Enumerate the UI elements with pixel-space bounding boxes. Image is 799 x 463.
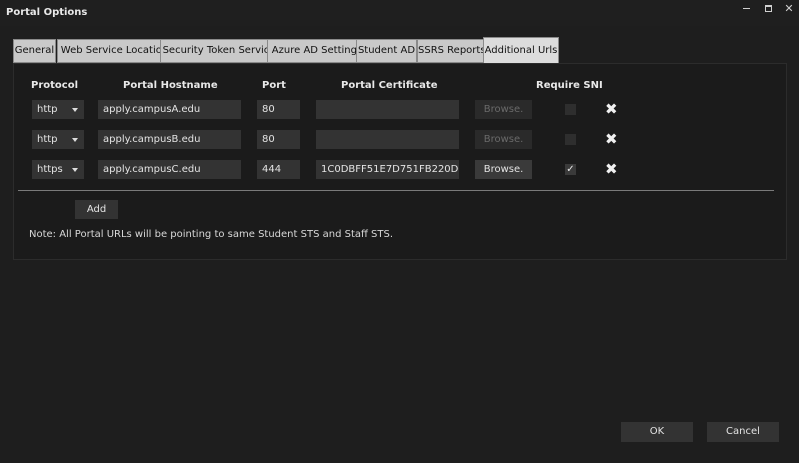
certificate-input[interactable]	[316, 130, 459, 149]
chevron-down-icon	[72, 138, 78, 142]
ok-button[interactable]: OK	[621, 422, 693, 442]
add-button[interactable]: Add	[75, 200, 118, 219]
port-input[interactable]: 80	[257, 130, 300, 149]
tab-security-token-service[interactable]: Security Token Service	[160, 39, 278, 63]
delete-x-icon: ✖	[605, 160, 618, 178]
maximize-icon	[764, 4, 772, 12]
require-sni-checkbox[interactable]	[565, 104, 576, 115]
certificate-input[interactable]	[316, 100, 459, 119]
note-text: Note: All Portal URLs will be pointing t…	[29, 229, 394, 240]
delete-row-button[interactable]: ✖	[605, 160, 618, 178]
window-title: Portal Options	[6, 7, 88, 18]
protocol-dropdown[interactable]: http	[32, 100, 84, 119]
portal-hostname-header: Portal Hostname	[123, 80, 218, 91]
tab-web-service-location[interactable]: Web Service Location	[57, 39, 172, 63]
protocol-header: Protocol	[31, 80, 79, 91]
protocol-value: http	[37, 134, 58, 145]
port-input[interactable]: 444	[257, 160, 300, 179]
hostname-input[interactable]: apply.campusB.edu	[98, 130, 241, 149]
chevron-down-icon	[72, 108, 78, 112]
hostname-input[interactable]: apply.campusC.edu	[98, 160, 241, 179]
tab-additional-urls[interactable]: Additional Urls	[483, 37, 559, 63]
title-bar: Portal Options ✕	[0, 0, 799, 26]
close-button[interactable]: ✕	[779, 2, 799, 16]
close-icon: ✕	[784, 2, 794, 15]
require-sni-checkbox[interactable]: ✓	[565, 164, 576, 175]
minimize-icon	[742, 7, 750, 9]
checkmark-icon: ✓	[566, 164, 575, 175]
tab-ssrs-reports[interactable]: SSRS Reports	[417, 39, 486, 63]
protocol-dropdown[interactable]: https	[32, 160, 84, 179]
protocol-value: https	[37, 164, 63, 175]
cancel-button[interactable]: Cancel	[707, 422, 779, 442]
require-sni-checkbox[interactable]	[565, 134, 576, 145]
tab-student-ad[interactable]: Student AD	[356, 39, 417, 63]
portal-certificate-header: Portal Certificate	[341, 80, 438, 91]
port-input[interactable]: 80	[257, 100, 300, 119]
browse-button[interactable]: Browse.	[475, 130, 532, 149]
divider	[18, 190, 774, 191]
tab-azure-ad-settings[interactable]: Azure AD Settings	[267, 39, 367, 63]
browse-button[interactable]: Browse.	[475, 100, 532, 119]
tab-general[interactable]: General	[13, 39, 56, 63]
chevron-down-icon	[72, 168, 78, 172]
delete-row-button[interactable]: ✖	[605, 130, 618, 148]
protocol-value: http	[37, 104, 58, 115]
maximize-button[interactable]	[758, 2, 778, 16]
hostname-input[interactable]: apply.campusA.edu	[98, 100, 241, 119]
port-header: Port	[262, 80, 286, 91]
certificate-input[interactable]: 1C0DBFF51E7D751FB220DCEE	[316, 160, 459, 179]
delete-x-icon: ✖	[605, 100, 618, 118]
require-sni-header: Require SNI	[536, 80, 603, 91]
browse-button[interactable]: Browse.	[475, 160, 532, 179]
delete-x-icon: ✖	[605, 130, 618, 148]
protocol-dropdown[interactable]: http	[32, 130, 84, 149]
delete-row-button[interactable]: ✖	[605, 100, 618, 118]
minimize-button[interactable]	[736, 2, 756, 16]
